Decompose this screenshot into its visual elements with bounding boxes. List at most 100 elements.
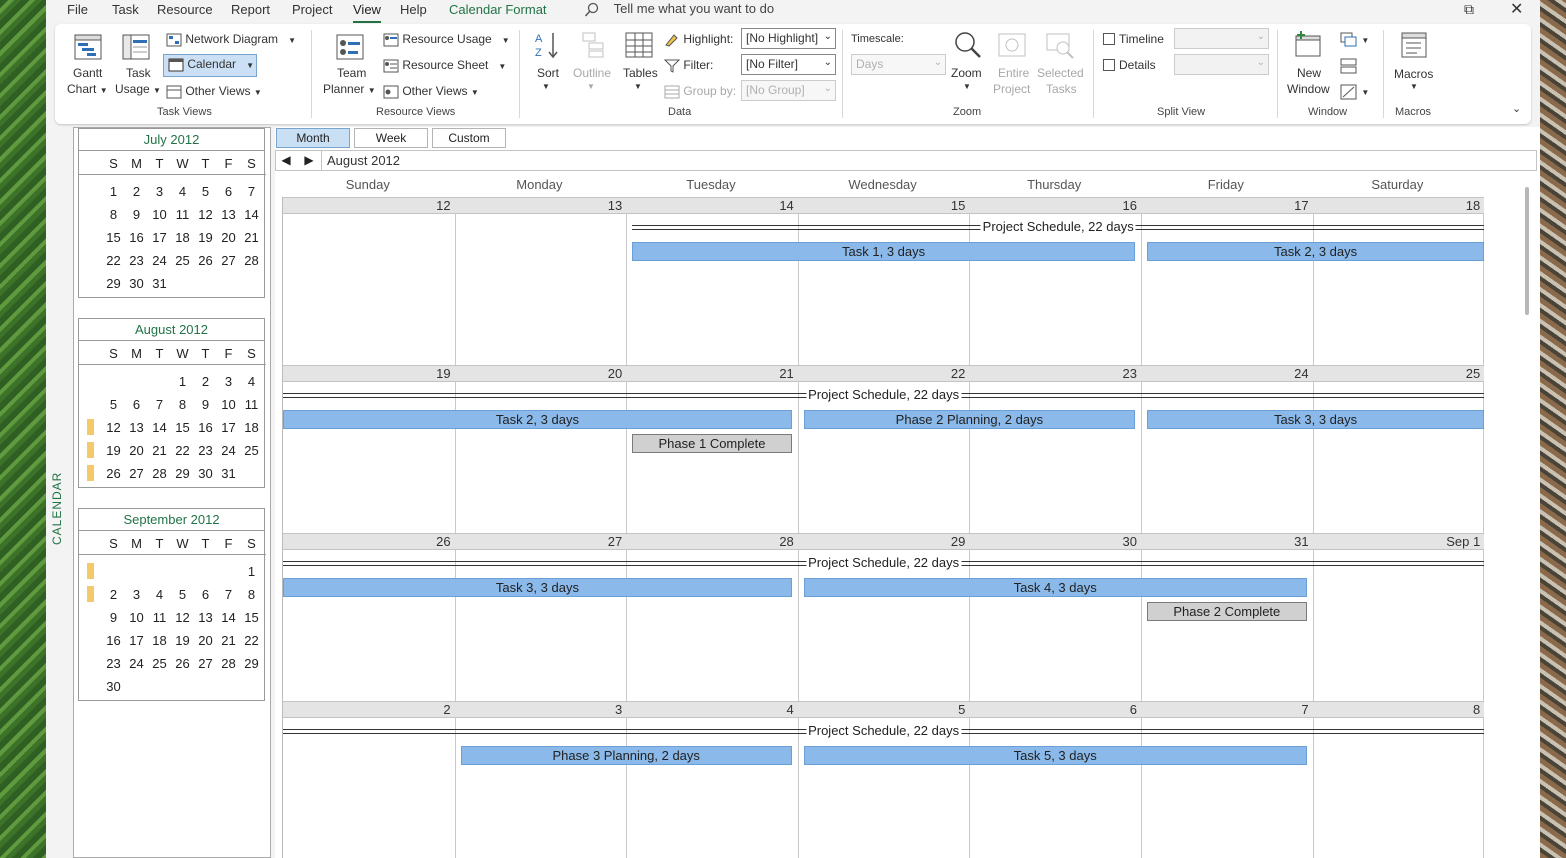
mini-calendar-day[interactable]: 8 — [171, 393, 194, 416]
day-number[interactable]: 25 — [1313, 366, 1480, 382]
mini-calendar-day[interactable]: 9 — [194, 393, 217, 416]
outline-button[interactable]: Outline — [573, 66, 611, 80]
mini-calendar-day[interactable]: 22 — [102, 249, 125, 272]
mini-calendar-day[interactable]: 28 — [217, 652, 240, 675]
menu-file[interactable]: File — [67, 2, 88, 17]
menu-view[interactable]: View — [353, 2, 381, 23]
mini-calendar-day[interactable]: 7 — [240, 180, 263, 203]
mini-calendar-day[interactable]: 24 — [217, 439, 240, 462]
mini-calendar-day[interactable]: 12 — [171, 606, 194, 629]
mini-calendar-day[interactable]: 29 — [171, 462, 194, 485]
hide-button[interactable]: ▼ — [1340, 84, 1369, 100]
mini-calendar-day[interactable]: 13 — [217, 203, 240, 226]
mini-calendar-day[interactable]: 23 — [102, 652, 125, 675]
mini-calendar-day[interactable]: 27 — [194, 652, 217, 675]
day-number[interactable]: 6 — [969, 702, 1137, 718]
group-by-dropdown[interactable]: [No Group] ⌄ — [741, 80, 836, 101]
mini-calendar-title[interactable]: August 2012 — [79, 319, 264, 341]
task-bar[interactable]: Task 2, 3 days — [1147, 242, 1485, 261]
project-summary-bar[interactable]: Project Schedule, 22 days — [632, 218, 1485, 236]
vertical-scrollbar[interactable] — [1525, 187, 1529, 315]
mini-calendar-day[interactable]: 30 — [125, 272, 148, 295]
mini-calendar-day[interactable]: 27 — [217, 249, 240, 272]
mini-calendar-day[interactable]: 25 — [240, 439, 263, 462]
day-number[interactable]: Sep 1 — [1313, 534, 1480, 550]
day-number[interactable]: 27 — [455, 534, 622, 550]
day-number[interactable]: 30 — [969, 534, 1137, 550]
resource-sheet-button[interactable]: Resource Sheet ▼ — [383, 58, 506, 73]
task-bar[interactable]: Task 3, 3 days — [283, 578, 792, 597]
mini-calendar-day[interactable]: 23 — [125, 249, 148, 272]
day-number[interactable]: 7 — [1141, 702, 1308, 718]
selected-tasks-label[interactable]: Selected — [1037, 66, 1084, 80]
day-number[interactable]: 18 — [1313, 198, 1480, 214]
mini-calendar-day[interactable]: 25 — [148, 652, 171, 675]
tab-custom[interactable]: Custom — [432, 128, 506, 148]
task-bar[interactable]: Task 3, 3 days — [1147, 410, 1485, 429]
mini-calendar-day[interactable]: 29 — [240, 652, 263, 675]
day-number[interactable]: 12 — [283, 198, 450, 214]
resource-other-views-button[interactable]: Other Views ▼ — [383, 84, 479, 99]
day-number[interactable]: 26 — [283, 534, 450, 550]
timescale-dropdown[interactable]: Days ⌄ — [851, 54, 946, 75]
task-bar[interactable]: Phase 3 Planning, 2 days — [460, 746, 792, 765]
task-bar[interactable]: Task 1, 3 days — [632, 242, 1135, 261]
project-summary-bar[interactable]: Project Schedule, 22 days — [283, 722, 1485, 740]
mini-calendar-day[interactable]: 16 — [194, 416, 217, 439]
timeline-dropdown[interactable]: ⌄ — [1174, 28, 1269, 49]
mini-calendar-day[interactable]: 4 — [148, 583, 171, 606]
day-number[interactable]: 29 — [798, 534, 965, 550]
mini-calendar-day[interactable]: 22 — [171, 439, 194, 462]
mini-calendar-day[interactable]: 4 — [240, 370, 263, 393]
mini-calendar-day[interactable]: 22 — [240, 629, 263, 652]
mini-calendar-day[interactable]: 12 — [102, 416, 125, 439]
details-dropdown[interactable]: ⌄ — [1174, 54, 1269, 75]
collapse-ribbon-icon[interactable]: ⌄ — [1512, 102, 1521, 115]
day-number[interactable]: 14 — [626, 198, 793, 214]
mini-calendar-day[interactable]: 7 — [217, 583, 240, 606]
day-number[interactable]: 8 — [1313, 702, 1480, 718]
mini-calendar-day[interactable]: 3 — [217, 370, 240, 393]
mini-calendar-day[interactable]: 18 — [240, 416, 263, 439]
mini-calendar-day[interactable]: 15 — [171, 416, 194, 439]
mini-calendar-day[interactable]: 26 — [102, 462, 125, 485]
mini-calendar-day[interactable]: 17 — [125, 629, 148, 652]
mini-calendar-day[interactable]: 27 — [125, 462, 148, 485]
mini-calendar-day[interactable]: 2 — [194, 370, 217, 393]
mini-calendar-day[interactable]: 4 — [171, 180, 194, 203]
mini-calendar-day[interactable]: 20 — [194, 629, 217, 652]
mini-calendar-day[interactable]: 30 — [102, 675, 125, 698]
mini-calendar-day[interactable]: 26 — [171, 652, 194, 675]
mini-calendar-day[interactable]: 18 — [148, 629, 171, 652]
day-number[interactable]: 5 — [798, 702, 965, 718]
prev-month-button[interactable]: ◀ — [277, 152, 295, 169]
mini-calendar-day[interactable]: 24 — [148, 249, 171, 272]
gantt-chart-button[interactable]: Chart ▼ — [67, 82, 108, 96]
entire-project-label[interactable]: Entire — [998, 66, 1029, 80]
mini-calendar-title[interactable]: September 2012 — [79, 509, 264, 531]
gantt-label[interactable]: Gantt — [73, 66, 102, 80]
mini-calendar-day[interactable]: 8 — [102, 203, 125, 226]
mini-calendar-day[interactable]: 26 — [194, 249, 217, 272]
task-other-views-button[interactable]: Other Views ▼ — [166, 84, 262, 99]
mini-calendar-day[interactable]: 15 — [240, 606, 263, 629]
mini-calendar-day[interactable]: 19 — [194, 226, 217, 249]
mini-calendar-day[interactable]: 14 — [217, 606, 240, 629]
mini-calendar-day[interactable]: 13 — [194, 606, 217, 629]
mini-calendar-day[interactable]: 6 — [217, 180, 240, 203]
mini-calendar-day[interactable]: 1 — [240, 560, 263, 583]
mini-calendar-day[interactable]: 20 — [125, 439, 148, 462]
day-number[interactable]: 3 — [455, 702, 622, 718]
mini-calendar-day[interactable]: 30 — [194, 462, 217, 485]
mini-calendar-day[interactable]: 16 — [125, 226, 148, 249]
mini-calendar-day[interactable]: 23 — [194, 439, 217, 462]
new-window-label[interactable]: New — [1297, 66, 1321, 80]
mini-calendar-day[interactable]: 3 — [125, 583, 148, 606]
menu-report[interactable]: Report — [231, 2, 270, 17]
mini-calendar-day[interactable]: 1 — [171, 370, 194, 393]
team-planner-label[interactable]: Team — [337, 66, 366, 80]
mini-calendar-day[interactable]: 5 — [102, 393, 125, 416]
network-diagram-button[interactable]: Network Diagram ▼ — [166, 32, 296, 47]
resource-usage-button[interactable]: Resource Usage ▼ — [383, 32, 510, 47]
day-number[interactable]: 22 — [798, 366, 965, 382]
